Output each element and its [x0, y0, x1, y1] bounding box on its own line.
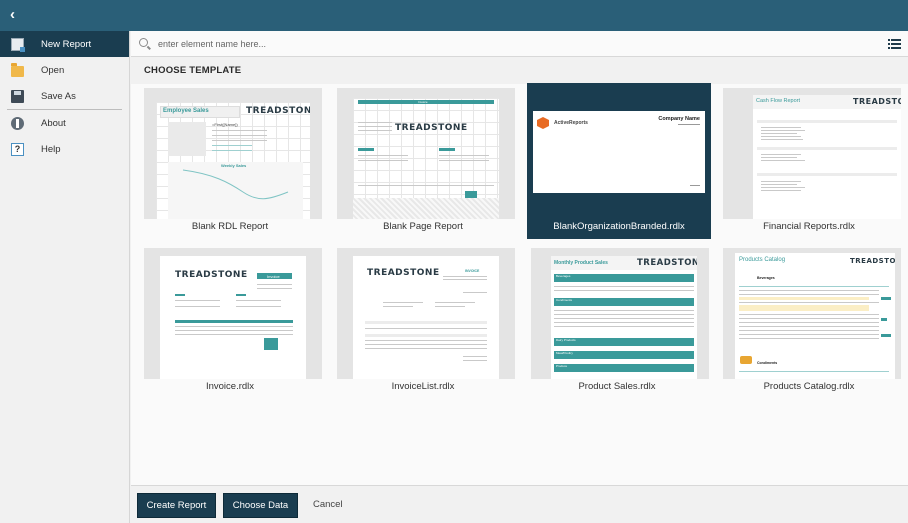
template-card[interactable]: TREADSTONE INVOICE InvoiceList.rdlx	[333, 245, 515, 399]
template-label: InvoiceList.rdlx	[391, 381, 455, 392]
sidebar-item-open[interactable]: Open	[0, 57, 129, 83]
sidebar-item-save-as[interactable]: Save As	[0, 83, 129, 109]
template-label: Product Sales.rdlx	[578, 381, 656, 392]
thumb-company: Company Name	[658, 116, 700, 122]
thumb-brand: ActiveReports	[554, 120, 588, 126]
template-label: Financial Reports.rdlx	[763, 221, 855, 232]
template-thumbnail: TREADSTONE Invoice	[144, 248, 322, 379]
thumb-section: Condiments	[757, 361, 778, 365]
thumb-title: Cash Flow Report	[756, 98, 801, 104]
template-label: Blank Page Report	[383, 221, 463, 232]
thumb-logo: TREADSTONE	[395, 123, 468, 133]
template-grid: Employee Sales TREADSTONE =First([Name])…	[131, 83, 908, 485]
sidebar-item-label: Help	[41, 143, 61, 155]
template-thumbnail: Invoice TREADSTONE	[337, 88, 515, 219]
template-thumbnail: TREADSTONE INVOICE	[337, 248, 515, 379]
thumb-logo: TREADSTONE	[367, 268, 440, 278]
create-report-button[interactable]: Create Report	[137, 493, 216, 518]
template-card[interactable]: Employee Sales TREADSTONE =First([Name])…	[140, 85, 322, 239]
search-icon	[139, 38, 148, 47]
thumb-section: Meat/Poultry	[556, 351, 573, 355]
template-card[interactable]: Products Catalog TREADSTONE Beverages	[719, 245, 901, 399]
info-icon	[11, 116, 24, 130]
choose-data-button[interactable]: Choose Data	[223, 493, 298, 518]
template-thumbnail: Monthly Product Sales TREADSTONE Beverag…	[531, 248, 709, 379]
sidebar-item-label: New Report	[41, 38, 92, 50]
thumb-title: Products Catalog	[739, 257, 786, 263]
sidebar-item-new-report[interactable]: New Report	[0, 31, 129, 57]
search-input[interactable]	[158, 35, 858, 53]
back-button[interactable]: ‹	[10, 6, 28, 24]
sidebar-item-label: Save As	[41, 90, 76, 102]
search-bar	[131, 31, 908, 57]
sidebar-item-about[interactable]: About	[0, 110, 129, 136]
thumb-chart-line	[182, 169, 289, 200]
help-icon: ?	[11, 142, 24, 156]
template-label: Products Catalog.rdlx	[763, 381, 855, 392]
template-card[interactable]: Cash Flow Report TREADSTONE	[719, 85, 901, 239]
template-card[interactable]: TREADSTONE Invoice Invoice.rdlx	[140, 245, 322, 399]
section-title: CHOOSE TEMPLATE	[144, 65, 242, 76]
thumb-title: INVOICE	[465, 269, 480, 273]
thumb-logo: TREADSTONE	[637, 258, 697, 268]
template-thumbnail: Cash Flow Report TREADSTONE	[723, 88, 901, 219]
cancel-button[interactable]: Cancel	[313, 499, 343, 510]
thumb-logo: TREADSTONE	[850, 257, 895, 265]
template-card-selected[interactable]: ActiveReports Company Name BlankOrganiza…	[527, 83, 711, 239]
template-label: Invoice.rdlx	[205, 381, 255, 392]
thumb-logo: TREADSTONE	[175, 270, 248, 280]
thumb-title: Monthly Product Sales	[554, 260, 608, 266]
thumb-title: Employee Sales	[163, 108, 209, 114]
template-label: BlankOrganizationBranded.rdlx	[553, 221, 685, 232]
sidebar: New Report Open Save As About ? Help	[0, 31, 130, 523]
thumb-section: Condiments	[556, 298, 573, 302]
new-report-icon	[11, 37, 25, 52]
template-panel: CHOOSE TEMPLATE Employee Sales TREADSTON…	[131, 57, 908, 485]
list-view-icon[interactable]	[888, 39, 901, 49]
title-bar: ‹	[0, 0, 908, 31]
template-thumbnail: Products Catalog TREADSTONE Beverages	[723, 248, 901, 379]
thumb-section: Produce	[556, 364, 568, 368]
thumb-section: Beverages	[757, 276, 775, 280]
thumb-section: Beverages	[556, 274, 571, 278]
thumb-logo: TREADSTONE	[853, 97, 901, 106]
thumb-logo: TREADSTONE	[246, 106, 310, 116]
template-card[interactable]: Monthly Product Sales TREADSTONE Beverag…	[527, 245, 709, 399]
sidebar-item-label: About	[41, 117, 66, 129]
brand-logo-icon	[537, 117, 549, 129]
template-thumbnail: Employee Sales TREADSTONE =First([Name])…	[144, 88, 322, 219]
thumb-field: =First([Name])	[212, 122, 238, 127]
chevron-left-icon: ‹	[10, 6, 15, 23]
folder-icon	[11, 62, 24, 77]
sidebar-item-label: Open	[41, 64, 65, 76]
template-card[interactable]: Invoice TREADSTONE Blank Page Report	[333, 85, 515, 239]
floppy-disk-icon	[11, 89, 24, 103]
template-thumbnail: ActiveReports Company Name	[527, 83, 711, 218]
dialog-footer: Create Report Choose Data Cancel	[131, 485, 908, 523]
sidebar-item-help[interactable]: ? Help	[0, 136, 129, 162]
template-label: Blank RDL Report	[191, 221, 269, 232]
thumb-section: Dairy Products	[556, 338, 576, 342]
thumb-title: Invoice	[267, 274, 280, 279]
thumb-title: Invoice	[418, 100, 428, 104]
